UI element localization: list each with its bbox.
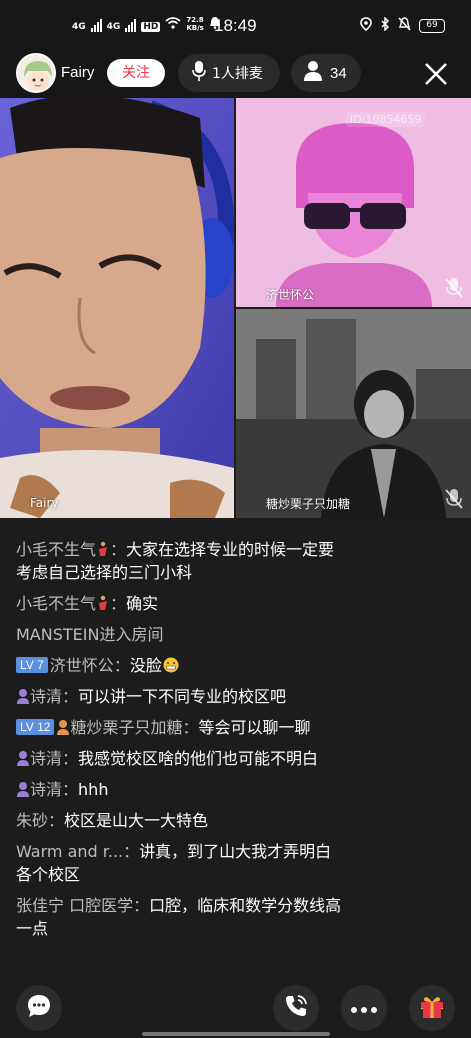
chat-message: 诗清：hhh	[16, 778, 346, 801]
gift-button[interactable]	[409, 985, 455, 1031]
host-avatar[interactable]	[16, 53, 56, 93]
host-video-image	[0, 98, 234, 518]
host-video[interactable]: Fairy	[0, 98, 234, 518]
location-icon	[360, 17, 372, 34]
live-room-header: Fairy 关注 1人排麦 34	[0, 50, 471, 98]
chat-nick[interactable]: 诗清	[30, 687, 62, 706]
call-button[interactable]	[273, 985, 319, 1031]
host-video-label: Fairy	[30, 496, 59, 510]
chat-message: LV 12 糖炒栗子只加糖：等会可以聊一聊	[16, 716, 346, 739]
chat-nick[interactable]: 诗清	[30, 749, 62, 768]
chat-list[interactable]: 小毛不生气 ：大家在选择专业的时候一定要考虑自己选择的三门小科 小毛不生气 ：确实 …	[16, 538, 346, 948]
hd-label: HD	[141, 22, 161, 32]
chat-text: 没脸	[129, 656, 162, 675]
chat-nick[interactable]: 小毛不生气	[16, 594, 96, 613]
more-dots-icon	[350, 999, 378, 1018]
microphone-icon	[192, 60, 206, 86]
user-avatar-icon	[16, 749, 30, 766]
network-2-label: 4G	[106, 22, 121, 32]
chat-nick[interactable]: 张佳宁 口腔医学	[16, 896, 133, 915]
chat-text: hhh	[78, 780, 109, 799]
user-avatar-icon	[56, 718, 70, 735]
guest-video-tile-2[interactable]: 糖炒栗子只加糖	[236, 309, 471, 518]
gift-icon	[418, 992, 446, 1024]
chat-text: 校区是山大一大特色	[64, 811, 209, 830]
user-avatar-icon	[16, 687, 30, 704]
home-indicator[interactable]	[142, 1032, 330, 1036]
speed-unit: KB/s	[186, 24, 204, 32]
signal-icon-2	[125, 18, 137, 32]
close-icon[interactable]	[420, 58, 452, 90]
mic-off-icon	[442, 276, 466, 300]
room-id: ID:10854659	[346, 112, 426, 127]
bluetooth-icon	[380, 16, 390, 34]
wifi-icon	[165, 16, 181, 32]
person-icon	[303, 60, 323, 86]
network-1-label: 4G	[72, 22, 86, 32]
viewer-count: 34	[330, 64, 347, 82]
status-time: 18:49	[214, 16, 257, 35]
mic-queue-button[interactable]: 1人排麦	[178, 54, 280, 92]
guest-avatar-illustration	[236, 98, 471, 307]
guest-2-label: 糖炒栗子只加糖	[266, 497, 351, 511]
battery-indicator: 69	[419, 18, 445, 33]
chat-message: 诗清：我感觉校区啥的他们也可能不明白	[16, 747, 346, 770]
speed-value: 72.8	[186, 16, 204, 24]
status-bar-right: 69	[360, 16, 445, 34]
chat-nick[interactable]: 诗清	[30, 780, 62, 799]
chat-message: Warm and r...：讲真，到了山大我才弄明白各个校区	[16, 842, 332, 884]
guest-1-label: 济世怀公	[266, 288, 315, 302]
chat-message: 朱砂：校区是山大一大特色	[16, 811, 209, 830]
phone-call-icon	[283, 993, 309, 1023]
chat-message: 张佳宁 口腔医学：口腔，临床和数学分数线高一点	[16, 896, 342, 938]
bottom-toolbar	[0, 985, 471, 1038]
chat-text: 我感觉校区啥的他们也可能不明白	[78, 749, 319, 768]
viewer-count-button[interactable]: 34	[291, 54, 361, 92]
chat-text: 确实	[126, 594, 159, 613]
chat-message: 小毛不生气 ：大家在选择专业的时候一定要考虑自己选择的三门小科	[16, 540, 335, 582]
guest-2-video-image	[236, 309, 471, 518]
chat-nick[interactable]: 济世怀公	[50, 656, 114, 675]
status-bar: 4G 4G HD 72.8 KB/s 18:49 69	[0, 0, 471, 50]
user-avatar-icon	[16, 780, 30, 797]
mic-off-icon	[442, 487, 466, 511]
level-badge: LV 7	[16, 657, 48, 673]
chat-text: 等会可以聊一聊	[198, 718, 311, 737]
chat-message: 小毛不生气 ：确实	[16, 594, 159, 613]
chat-bubble-icon	[26, 993, 52, 1023]
dancer-emoji-icon	[96, 594, 110, 610]
grimace-emoji-icon	[162, 656, 180, 673]
chat-message: LV 7 济世怀公：没脸	[16, 654, 346, 677]
chat-nick[interactable]: Warm and r...	[16, 842, 123, 861]
mute-icon	[398, 17, 411, 34]
follow-button[interactable]: 关注	[107, 59, 165, 87]
level-badge: LV 12	[16, 719, 55, 735]
chat-message: 诗清：可以讲一下不同专业的校区吧	[16, 685, 346, 708]
chat-nick[interactable]: 小毛不生气	[16, 540, 96, 559]
chat-nick[interactable]: 糖炒栗子只加糖	[70, 718, 182, 737]
guest-video-tile-1[interactable]: ID:10854659 济世怀公	[236, 98, 471, 307]
mic-queue-label: 1人排麦	[212, 66, 263, 82]
signal-icon	[90, 18, 102, 32]
host-name[interactable]: Fairy	[61, 64, 94, 81]
chat-nick[interactable]: 朱砂	[16, 811, 48, 830]
status-bar-left: 4G 4G HD 72.8 KB/s	[72, 16, 221, 32]
more-button[interactable]	[341, 985, 387, 1031]
chat-system-message: MANSTEIN进入房间	[16, 625, 164, 644]
chat-text: 可以讲一下不同专业的校区吧	[78, 687, 287, 706]
dancer-emoji-icon	[96, 540, 110, 556]
chat-button[interactable]	[16, 985, 62, 1031]
